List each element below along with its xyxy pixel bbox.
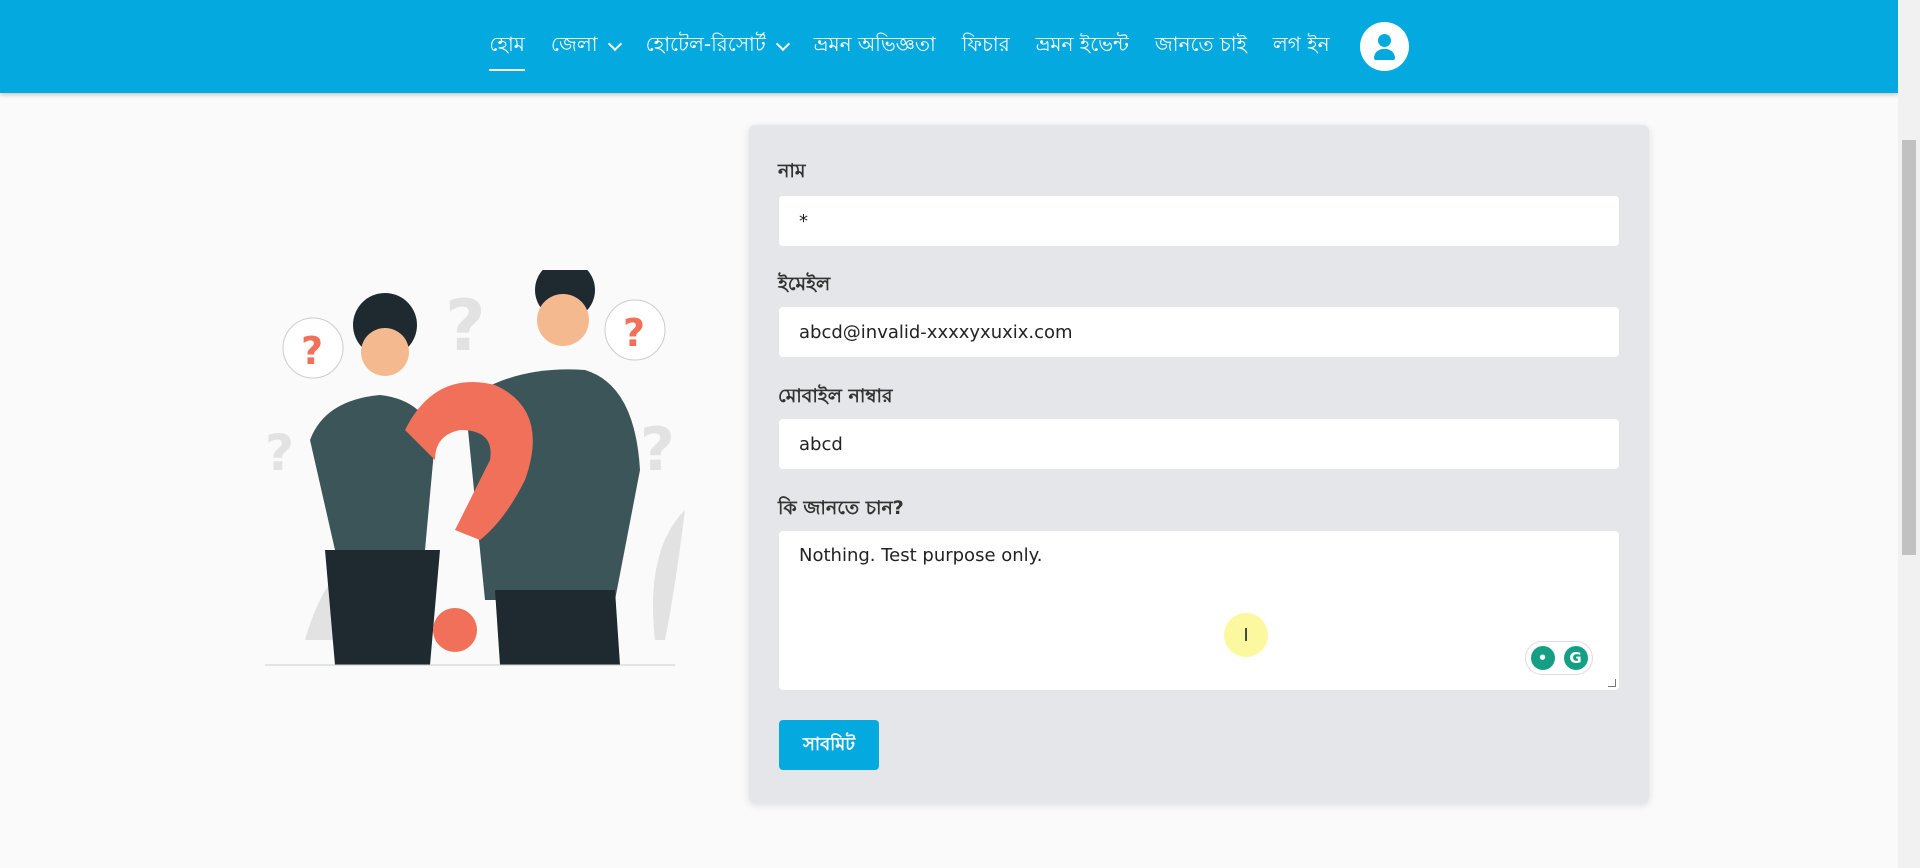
mobile-label: মোবাইল নাম্বার bbox=[778, 385, 893, 407]
email-label: ইমেইল bbox=[778, 273, 831, 295]
nav-label: হোম bbox=[489, 32, 525, 56]
top-navbar: হোম জেলা হোটেল-রিসোর্ট ভ্রমন অভিজ্ঞতা ফি… bbox=[0, 0, 1898, 93]
grammarly-widget[interactable]: • G bbox=[1525, 641, 1593, 675]
chevron-down-icon bbox=[775, 36, 790, 51]
nav-hotel-resort-dropdown[interactable]: হোটেল-রিসোর্ট bbox=[645, 30, 790, 63]
nav-travel-experience[interactable]: ভ্রমন অভিজ্ঞতা bbox=[814, 30, 936, 63]
nav-travel-event[interactable]: ভ্রমন ইভেন্ট bbox=[1036, 30, 1129, 63]
email-input[interactable]: abcd@invalid-xxxxyxuxix.com bbox=[779, 307, 1619, 357]
question-text: Nothing. Test purpose only. bbox=[799, 545, 1043, 566]
nav-login[interactable]: লগ ইন bbox=[1273, 30, 1330, 63]
nav-contact[interactable]: জানতে চাই bbox=[1155, 30, 1247, 63]
submit-button[interactable]: সাবমিট bbox=[779, 720, 879, 770]
user-icon bbox=[1377, 34, 1391, 47]
confused-people-illustration: ? ? ? ? ? bbox=[265, 270, 685, 666]
scrollbar[interactable] bbox=[1898, 0, 1920, 868]
nav-label: হোটেল-রিসোর্ট bbox=[645, 32, 766, 56]
chevron-down-icon bbox=[607, 36, 622, 51]
lightbulb-icon[interactable]: • bbox=[1530, 646, 1555, 670]
question-label: কি জানতে চান? bbox=[778, 497, 904, 519]
nav-feature[interactable]: ফিচার bbox=[962, 30, 1010, 63]
svg-text:?: ? bbox=[445, 285, 486, 367]
question-textarea[interactable]: Nothing. Test purpose only. I • G bbox=[779, 531, 1619, 690]
mobile-input[interactable]: abcd bbox=[779, 419, 1619, 469]
nav-label: জানতে চাই bbox=[1154, 32, 1247, 56]
svg-text:?: ? bbox=[640, 415, 675, 485]
name-input[interactable]: * bbox=[779, 196, 1619, 246]
scrollbar-thumb[interactable] bbox=[1902, 140, 1916, 555]
nav-home[interactable]: হোম bbox=[489, 30, 525, 71]
grammarly-icon[interactable]: G bbox=[1563, 646, 1588, 670]
nav-district-dropdown[interactable]: জেলা bbox=[550, 30, 622, 63]
name-label: নাম bbox=[778, 160, 806, 182]
user-icon-body bbox=[1373, 49, 1395, 60]
svg-text:?: ? bbox=[301, 329, 323, 373]
nav-label: ভ্রমন ইভেন্ট bbox=[1035, 32, 1129, 56]
nav-label: ফিচার bbox=[961, 32, 1010, 56]
user-avatar-button[interactable] bbox=[1359, 22, 1409, 71]
nav-label: জেলা bbox=[550, 32, 598, 56]
contact-form-card: নাম * ইমেইল abcd@invalid-xxxxyxuxix.com … bbox=[749, 125, 1649, 803]
resize-handle-icon[interactable] bbox=[1608, 679, 1616, 687]
text-cursor-icon: I bbox=[1224, 613, 1268, 657]
nav-label: লগ ইন bbox=[1272, 32, 1330, 56]
svg-text:?: ? bbox=[265, 424, 294, 482]
svg-text:?: ? bbox=[623, 311, 645, 355]
nav-label: ভ্রমন অভিজ্ঞতা bbox=[813, 32, 936, 56]
